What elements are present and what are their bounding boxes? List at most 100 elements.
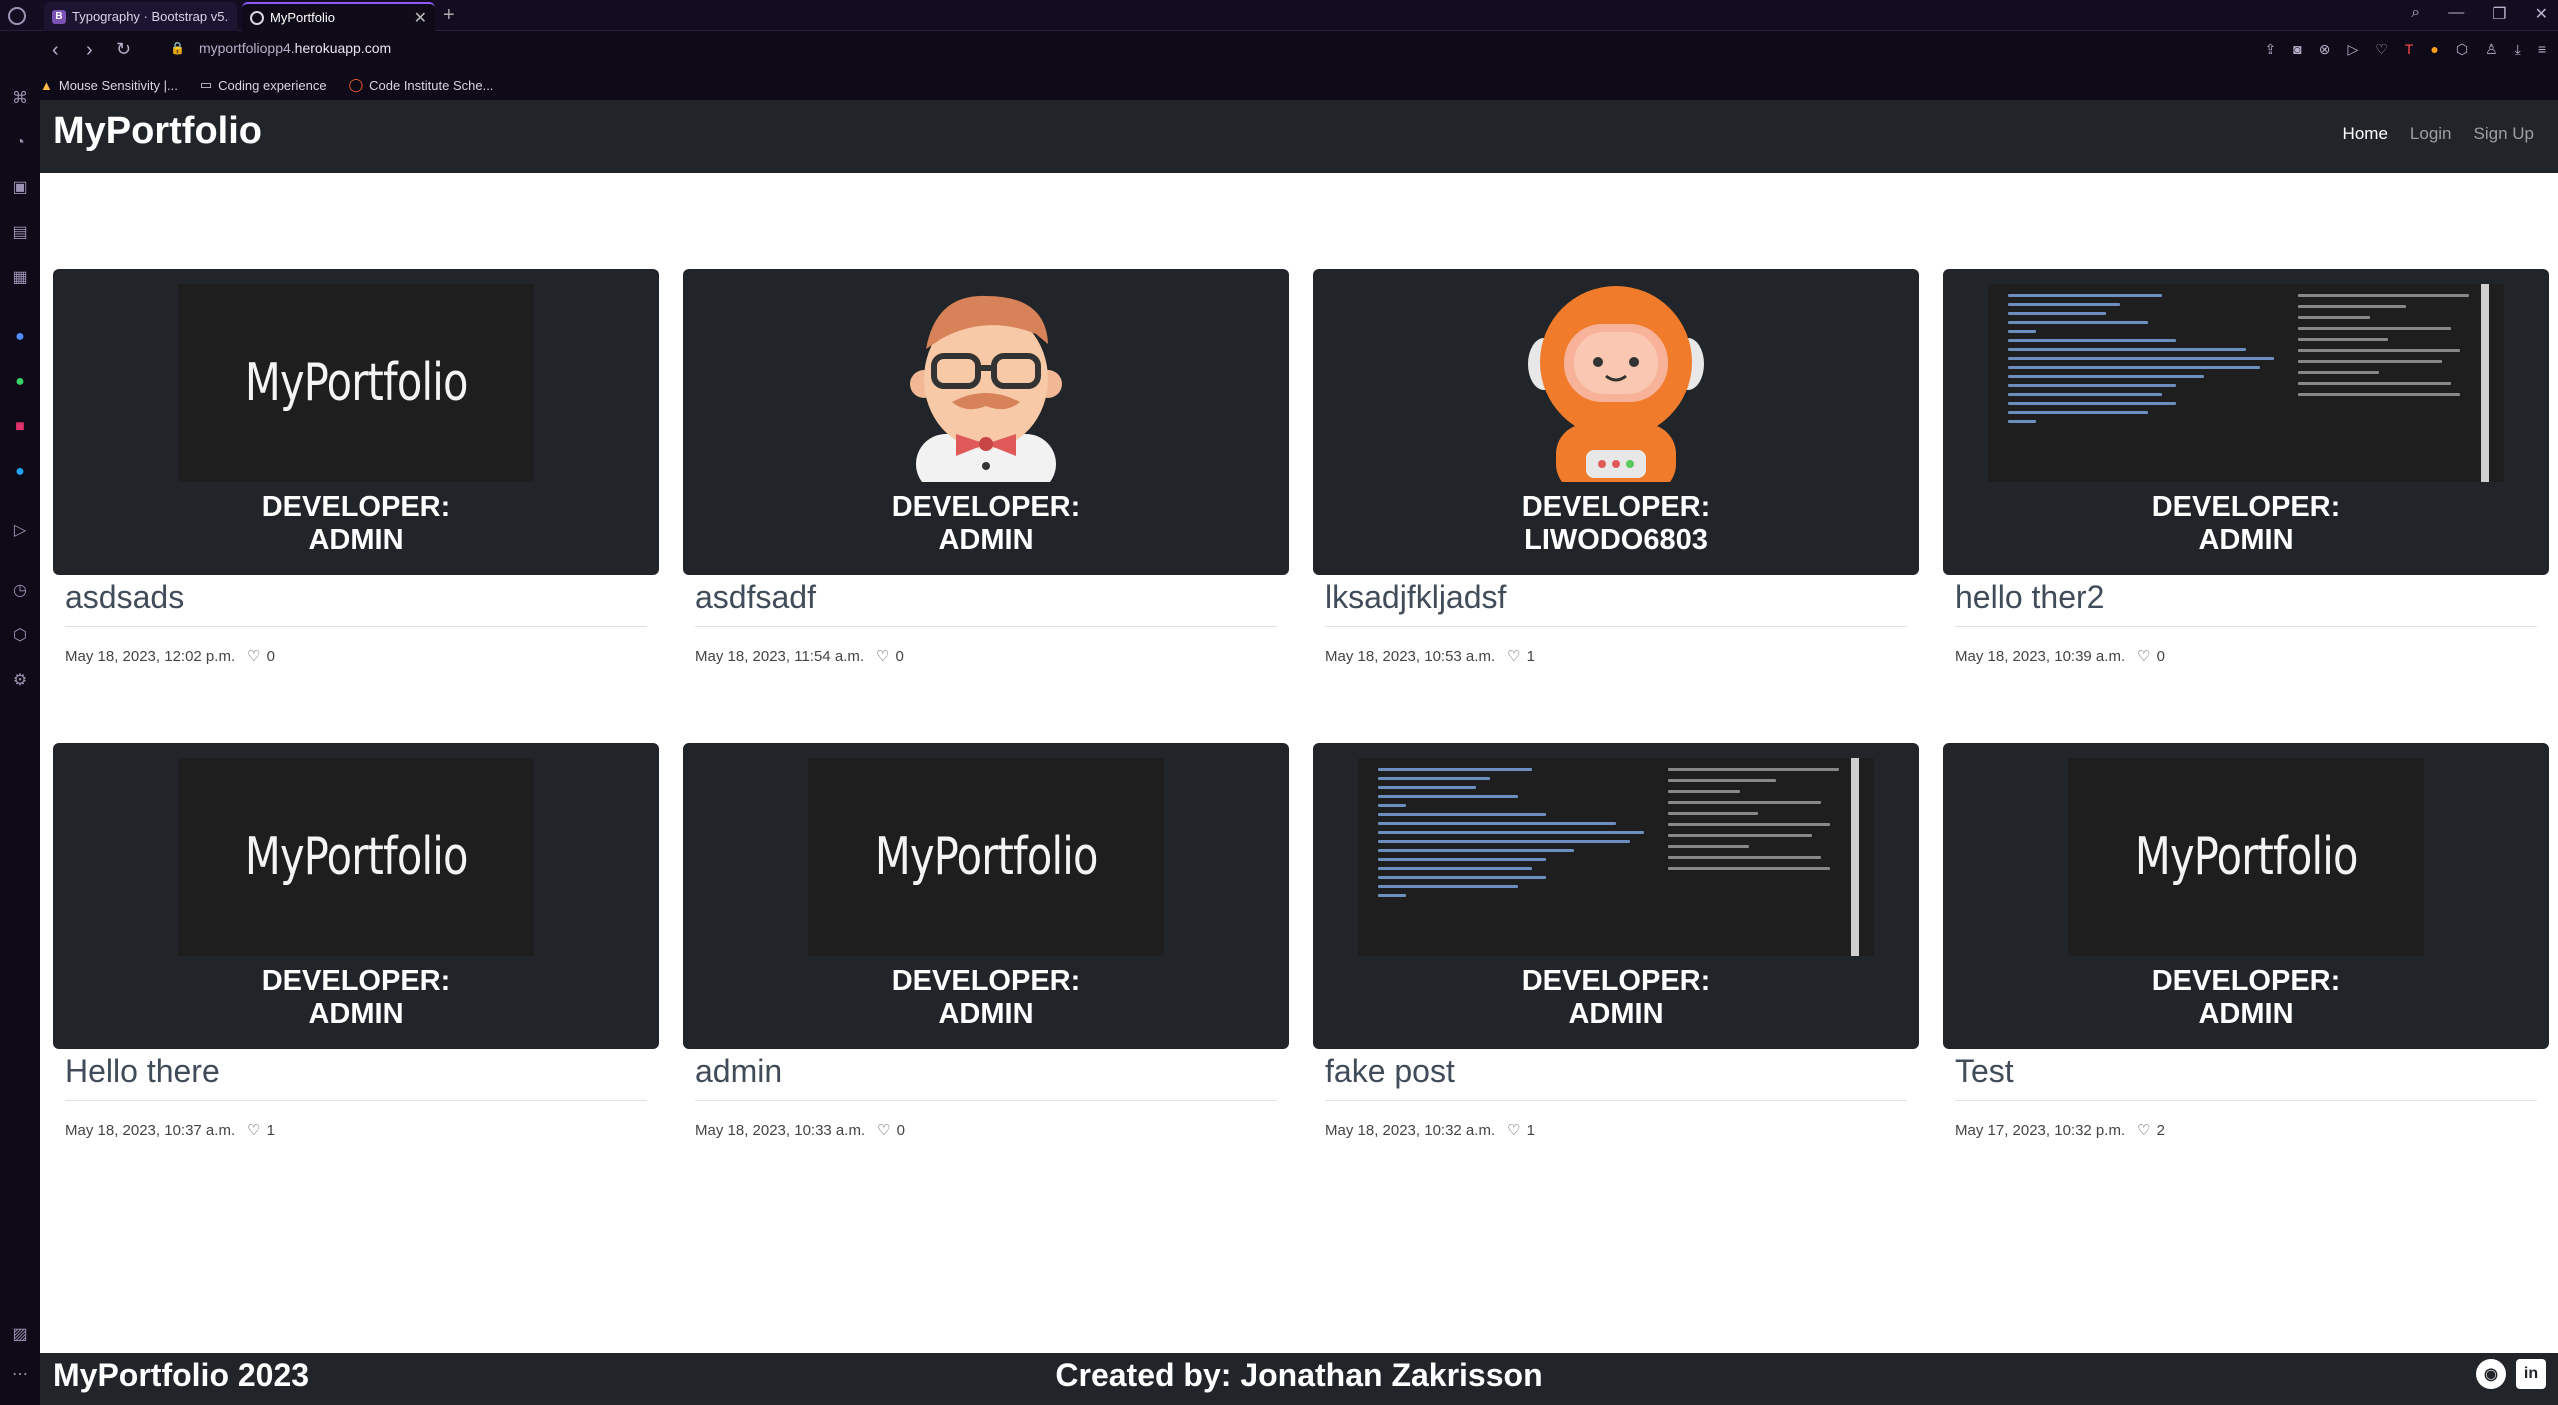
post-image: MyPortfolio (178, 758, 534, 956)
speedometer-icon[interactable]: ◔ (10, 133, 30, 153)
nav-login-link[interactable]: Login (2410, 124, 2452, 144)
nav-home-link[interactable]: Home (2343, 124, 2388, 144)
bookmark-coding-experience[interactable]: ▭ Coding experience (200, 77, 327, 93)
player-icon[interactable]: ▷ (10, 521, 30, 541)
post-card[interactable]: MyPortfolio DEVELOPER: ADMIN Hello there … (53, 743, 659, 1139)
post-title[interactable]: asdfsadf (695, 579, 1277, 627)
tp-extension-icon[interactable]: T (2405, 41, 2414, 58)
developer-label: DEVELOPER: ADMIN (2151, 491, 2341, 556)
cube-icon[interactable]: ⬡ (2456, 41, 2468, 58)
post-title[interactable]: admin (695, 1053, 1277, 1101)
post-card[interactable]: DEVELOPER: ADMIN fake post May 18, 2023, … (1313, 743, 1919, 1139)
browser-sidebar: ⌘ ◔ ▣ ▤ ▦ ● ● ■ ● ▷ ◷ ⬡ ⚙ ▨ ⋯ (0, 31, 40, 1405)
close-window-icon[interactable]: ✕ (2535, 4, 2548, 24)
post-banner[interactable]: MyPortfolio DEVELOPER: ADMIN (53, 743, 659, 1049)
post-banner[interactable]: MyPortfolio DEVELOPER: ADMIN (1943, 743, 2549, 1049)
reload-icon[interactable]: ↻ (116, 39, 131, 60)
image-icon[interactable]: ▨ (10, 1325, 30, 1345)
bootstrap-icon: B (52, 9, 66, 24)
post-card[interactable]: MyPortfolio DEVELOPER: ADMIN asdsads May … (53, 269, 659, 665)
site-brand[interactable]: MyPortfolio (53, 110, 262, 153)
post-title[interactable]: fake post (1325, 1053, 1907, 1101)
post-card[interactable]: DEVELOPER: ADMIN hello ther2 May 18, 2023… (1943, 269, 2549, 665)
post-card[interactable]: MyPortfolio DEVELOPER: ADMIN admin May 18… (683, 743, 1289, 1139)
post-banner[interactable]: DEVELOPER: LIWODO6803 (1313, 269, 1919, 575)
tab-typography[interactable]: B Typography · Bootstrap v5.3 (44, 2, 237, 31)
history-icon[interactable]: ◷ (10, 581, 30, 601)
twitch-icon[interactable]: ▤ (10, 223, 30, 243)
post-image: MyPortfolio (2068, 758, 2424, 956)
profile-icon[interactable]: ♙ (2485, 41, 2498, 58)
minimize-icon[interactable]: — (2448, 4, 2464, 24)
heart-icon[interactable]: ♡ (2375, 41, 2388, 58)
twitter-icon[interactable]: ● (10, 462, 30, 482)
whatsapp-icon[interactable]: ● (10, 372, 30, 392)
send-icon[interactable]: ▷ (2347, 41, 2358, 58)
forward-icon[interactable]: › (86, 39, 93, 62)
menu-icon[interactable]: ≡ (2538, 41, 2546, 58)
block-icon[interactable]: ⊗ (2319, 41, 2331, 58)
window-controls: ⌕ — ❐ ✕ (2411, 4, 2548, 24)
post-meta: May 17, 2023, 10:32 p.m. ♡ 2 (1955, 1121, 2537, 1140)
github-icon[interactable]: ◉ (2476, 1359, 2506, 1389)
url-host: herokuapp.com (294, 40, 392, 56)
code-scrollbar (1851, 758, 1859, 956)
browser-logo-icon[interactable] (8, 7, 26, 25)
settings-icon[interactable]: ⚙ (10, 671, 30, 691)
vpn-extension-icon[interactable]: ● (2430, 41, 2438, 58)
developer-label: DEVELOPER: ADMIN (891, 965, 1081, 1030)
post-title[interactable]: Test (1955, 1053, 2537, 1101)
footer-social-links: ◉ in (2476, 1359, 2546, 1389)
tab-myportfolio[interactable]: MyPortfolio ✕ (242, 2, 435, 31)
bookmark-mouse-sensitivity[interactable]: ▲ Mouse Sensitivity |... (40, 78, 178, 93)
post-banner[interactable]: DEVELOPER: ADMIN (683, 269, 1289, 575)
post-meta: May 18, 2023, 11:54 a.m. ♡ 0 (695, 647, 1277, 666)
post-card[interactable]: DEVELOPER: LIWODO6803 lksadjfkljadsf May … (1313, 269, 1919, 665)
post-image (1358, 758, 1874, 956)
gamepad-icon[interactable]: ⌘ (10, 89, 30, 109)
bag-icon[interactable]: ▣ (10, 178, 30, 198)
camera-icon[interactable]: ◙ (2293, 41, 2301, 58)
post-title[interactable]: asdsads (65, 579, 647, 627)
post-banner[interactable]: DEVELOPER: ADMIN (1313, 743, 1919, 1049)
site-footer: Created by: Jonathan Zakrisson MyPortfol… (40, 1353, 2558, 1405)
new-tab-icon[interactable]: + (443, 4, 455, 27)
restore-icon[interactable]: ❐ (2492, 4, 2506, 24)
post-banner[interactable]: MyPortfolio DEVELOPER: ADMIN (53, 269, 659, 575)
linkedin-icon[interactable]: in (2516, 1359, 2546, 1389)
cube-icon[interactable]: ⬡ (10, 626, 30, 646)
nav-signup-link[interactable]: Sign Up (2474, 124, 2534, 144)
post-title[interactable]: Hello there (65, 1053, 647, 1101)
messenger-icon[interactable]: ● (10, 327, 30, 347)
post-image: MyPortfolio (808, 758, 1164, 956)
globe-icon (250, 10, 264, 25)
instagram-icon[interactable]: ■ (10, 417, 30, 437)
post-card[interactable]: MyPortfolio DEVELOPER: ADMIN Test May 17,… (1943, 743, 2549, 1139)
more-icon[interactable]: ⋯ (10, 1365, 30, 1385)
download-icon[interactable]: ⤓ (2515, 41, 2521, 58)
page-viewport: MyPortfolio Home Login Sign Up MyPortfol… (40, 100, 2558, 1405)
url-prefix: myportfoliopp4. (198, 40, 295, 56)
url-field[interactable]: 🔒 myportfoliopp4.herokuapp.com (170, 40, 391, 56)
site-navbar: MyPortfolio Home Login Sign Up (40, 100, 2558, 173)
developer-label: DEVELOPER: ADMIN (261, 965, 451, 1030)
search-icon[interactable]: ⌕ (2411, 4, 2420, 24)
share-icon[interactable]: ⇪ (2265, 41, 2277, 58)
bookmark-code-institute[interactable]: ◯ Code Institute Sche... (349, 77, 494, 93)
post-date: May 18, 2023, 10:39 a.m. (1955, 647, 2126, 665)
gallery-icon[interactable]: ▦ (10, 268, 30, 288)
post-banner[interactable]: DEVELOPER: ADMIN (1943, 269, 2549, 575)
heart-icon: ♡ (247, 1122, 261, 1139)
footer-copyright: MyPortfolio 2023 (53, 1357, 310, 1393)
back-icon[interactable]: ‹ (52, 39, 59, 62)
post-banner[interactable]: MyPortfolio DEVELOPER: ADMIN (683, 743, 1289, 1049)
code-scrollbar (2481, 284, 2489, 482)
close-tab-icon[interactable]: ✕ (414, 8, 427, 28)
like-count: 2 (2156, 1121, 2165, 1139)
developer-label: DEVELOPER: ADMIN (891, 491, 1081, 556)
post-meta: May 18, 2023, 10:39 a.m. ♡ 0 (1955, 647, 2537, 666)
post-title[interactable]: lksadjfkljadsf (1325, 579, 1907, 627)
post-card[interactable]: DEVELOPER: ADMIN asdfsadf May 18, 2023, 1… (683, 269, 1289, 665)
like-count: 0 (266, 647, 275, 665)
post-title[interactable]: hello ther2 (1955, 579, 2537, 627)
